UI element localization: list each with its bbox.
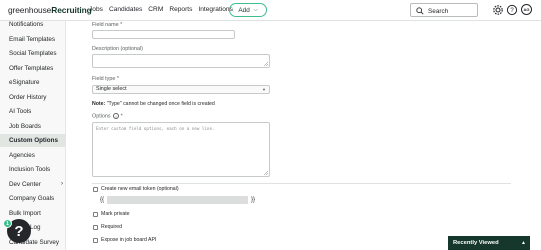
field-name-label-text: Field name xyxy=(92,22,119,28)
note-text: "Type" cannot be changed once field is c… xyxy=(106,101,215,107)
top-bar: greenhouseRecruiting Jobs Candidates CRM… xyxy=(0,0,541,21)
required-label: Required xyxy=(101,224,123,230)
avatar[interactable]: AG xyxy=(521,4,532,15)
svg-text:?: ? xyxy=(510,8,514,14)
sidebar-item-ai-tools[interactable]: AI Tools xyxy=(0,105,66,118)
resize-grip-icon[interactable] xyxy=(264,62,268,66)
sidebar-item-agencies[interactable]: Agencies xyxy=(0,149,66,162)
sidebar-item-inclusion-tools[interactable]: Inclusion Tools xyxy=(0,163,66,176)
nav-candidates[interactable]: Candidates xyxy=(109,6,142,13)
email-token-checkbox[interactable] xyxy=(93,186,98,192)
info-icon[interactable]: i xyxy=(113,113,120,119)
email-token-field-row: {{ }} xyxy=(100,196,255,204)
sidebar-item-esignature[interactable]: eSignature xyxy=(0,76,66,89)
sidebar-item-notifications[interactable]: Notifications xyxy=(0,18,66,31)
sidebar: Notifications Email Templates Social Tem… xyxy=(0,21,66,250)
sidebar-item-dev-center[interactable]: Dev Center › xyxy=(0,178,66,191)
mark-private-checkbox[interactable] xyxy=(93,211,98,217)
token-open-brace: {{ xyxy=(100,197,105,203)
logo-accent-text: Recruiting xyxy=(51,5,92,15)
sidebar-item-social-templates[interactable]: Social Templates xyxy=(0,47,66,60)
required-marker: * xyxy=(116,76,119,82)
expose-api-checkbox[interactable] xyxy=(93,237,98,243)
mark-private-row: Mark private xyxy=(93,211,130,217)
main-nav: Jobs Candidates CRM Reports Integrations xyxy=(89,6,233,13)
field-type-select[interactable]: Single select ▼ xyxy=(92,85,270,94)
add-button[interactable]: Add ⌵ xyxy=(229,3,267,17)
field-type-value: Single select xyxy=(96,86,127,92)
email-token-row: Create new email token (optional) xyxy=(93,186,179,192)
sidebar-item-label: Dev Center xyxy=(9,180,41,188)
options-textarea[interactable]: Enter custom field options, each on a ne… xyxy=(92,122,270,177)
search-input[interactable]: Search xyxy=(410,3,478,17)
logo-main-text: greenhouse xyxy=(8,5,52,15)
resize-grip-icon[interactable] xyxy=(264,171,268,175)
description-label: Description (optional) xyxy=(92,46,143,52)
expose-api-row: Expose in job board API xyxy=(93,237,156,243)
section-divider xyxy=(92,183,511,184)
help-icon[interactable]: ? xyxy=(506,4,518,16)
expose-api-label: Expose in job board API xyxy=(101,237,157,243)
email-token-input xyxy=(107,196,249,204)
sidebar-item-email-templates[interactable]: Email Templates xyxy=(0,33,66,46)
greenhouse-logo[interactable]: greenhouseRecruiting xyxy=(8,5,92,15)
mark-private-label: Mark private xyxy=(101,211,130,217)
options-label: Options i * xyxy=(92,113,123,119)
field-type-label-text: Field type xyxy=(92,76,116,82)
type-note: Note: "Type" cannot be changed once fiel… xyxy=(92,101,215,107)
note-bold: Note: xyxy=(92,101,106,107)
nav-reports[interactable]: Reports xyxy=(169,6,192,13)
required-row: Required xyxy=(93,224,122,230)
question-mark-icon: ? xyxy=(14,222,24,240)
recently-viewed-panel[interactable]: Recently Viewed ▲ xyxy=(448,236,530,250)
required-checkbox[interactable] xyxy=(93,224,98,230)
search-icon xyxy=(416,7,424,15)
nav-crm[interactable]: CRM xyxy=(148,6,163,13)
recently-viewed-label: Recently Viewed xyxy=(453,240,499,246)
email-token-label: Create new email token (optional) xyxy=(101,186,179,192)
add-button-label: Add xyxy=(238,6,250,14)
sidebar-item-custom-options[interactable]: Custom Options xyxy=(0,134,66,147)
description-textarea[interactable] xyxy=(92,54,270,68)
gear-icon[interactable] xyxy=(492,4,504,16)
chevron-up-icon: ▲ xyxy=(521,240,526,246)
sidebar-item-order-history[interactable]: Order History xyxy=(0,91,66,104)
sidebar-item-bulk-import[interactable]: Bulk Import xyxy=(0,207,66,220)
options-placeholder: Enter custom field options, each on a ne… xyxy=(96,126,215,131)
sidebar-item-job-boards[interactable]: Job Boards xyxy=(0,120,66,133)
field-name-label: Field name * xyxy=(92,22,122,28)
sidebar-item-company-goals[interactable]: Company Goals xyxy=(0,192,66,205)
token-close-brace: }} xyxy=(251,197,256,203)
field-type-label: Field type * xyxy=(92,76,119,82)
chevron-down-icon: ⌵ xyxy=(253,7,258,13)
field-name-input[interactable] xyxy=(92,30,235,39)
sidebar-item-offer-templates[interactable]: Offer Templates xyxy=(0,62,66,75)
options-label-text: Options xyxy=(92,113,111,120)
chevron-right-icon: › xyxy=(61,180,63,187)
chevron-down-icon: ▼ xyxy=(262,87,266,92)
nav-jobs[interactable]: Jobs xyxy=(89,6,103,13)
required-marker: * xyxy=(120,22,123,28)
notification-badge: 1 xyxy=(3,219,12,228)
required-marker: * xyxy=(120,113,123,120)
nav-integrations[interactable]: Integrations xyxy=(198,6,232,13)
search-placeholder: Search xyxy=(428,7,449,15)
